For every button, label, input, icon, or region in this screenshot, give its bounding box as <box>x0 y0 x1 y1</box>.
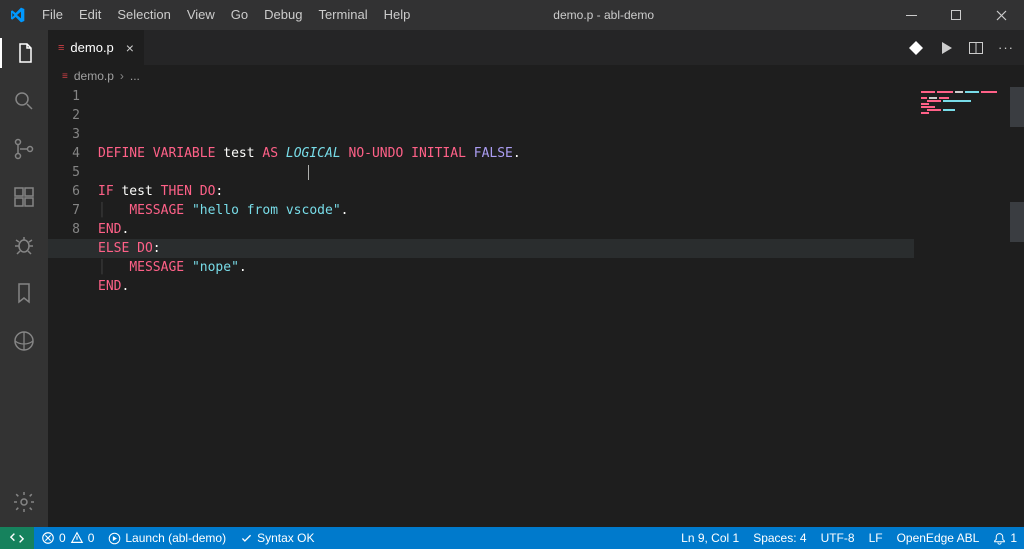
breadcrumb-tail: ... <box>130 69 140 83</box>
run-icon[interactable] <box>938 40 954 56</box>
problems-button[interactable]: 0 0 <box>34 527 101 549</box>
launch-label: Launch (abl-demo) <box>125 531 226 545</box>
tab-demo-p[interactable]: ≡ demo.p × <box>48 30 145 65</box>
encoding[interactable]: UTF-8 <box>814 527 862 549</box>
code-surface[interactable]: DEFINE VARIABLE test AS LOGICAL NO-UNDO … <box>98 87 1024 527</box>
line-number: 5 <box>48 163 80 182</box>
notification-count: 1 <box>1010 531 1017 545</box>
bookmark-icon[interactable] <box>0 278 48 308</box>
code-line[interactable]: IF test THEN DO: <box>98 182 1024 201</box>
close-button[interactable] <box>979 0 1024 30</box>
activity-bar <box>0 30 48 527</box>
source-control-icon[interactable] <box>0 134 48 164</box>
menu-selection[interactable]: Selection <box>109 0 178 30</box>
line-number: 6 <box>48 182 80 201</box>
editor-actions: ··· <box>908 30 1024 65</box>
settings-gear-icon[interactable] <box>0 487 48 517</box>
abl-icon[interactable] <box>0 326 48 356</box>
line-number: 8 <box>48 220 80 239</box>
split-editor-icon[interactable] <box>968 40 984 56</box>
menu-file[interactable]: File <box>34 0 71 30</box>
minimize-button[interactable] <box>889 0 934 30</box>
vscode-logo-icon <box>8 6 26 24</box>
indentation[interactable]: Spaces: 4 <box>746 527 813 549</box>
menu-help[interactable]: Help <box>376 0 419 30</box>
window-title: demo.p - abl-demo <box>418 8 889 22</box>
language-mode[interactable]: OpenEdge ABL <box>890 527 987 549</box>
status-bar: 0 0 Launch (abl-demo) Syntax OK Ln 9, Co… <box>0 527 1024 549</box>
overview-ruler[interactable] <box>1010 87 1024 527</box>
search-icon[interactable] <box>0 86 48 116</box>
code-line[interactable]: END. <box>98 277 1024 296</box>
code-line[interactable]: END. <box>98 220 1024 239</box>
code-line[interactable]: │ MESSAGE "hello from vscode". <box>98 201 1024 220</box>
menu-bar: File Edit Selection View Go Debug Termin… <box>34 0 418 30</box>
remote-button[interactable] <box>0 527 34 549</box>
tab-bar: ≡ demo.p × ··· <box>48 30 1024 65</box>
menu-edit[interactable]: Edit <box>71 0 109 30</box>
eol[interactable]: LF <box>862 527 890 549</box>
line-number: 4 <box>48 144 80 163</box>
line-number: 3 <box>48 125 80 144</box>
error-count: 0 <box>59 531 66 545</box>
warning-count: 0 <box>88 531 95 545</box>
explorer-icon[interactable] <box>0 38 48 68</box>
text-cursor <box>308 165 309 180</box>
more-icon[interactable]: ··· <box>998 40 1014 55</box>
breadcrumb[interactable]: ≡ demo.p › ... <box>48 65 1024 87</box>
maximize-button[interactable] <box>934 0 979 30</box>
code-editor[interactable]: 123456789 DEFINE VARIABLE test AS LOGICA… <box>48 87 1024 527</box>
code-line[interactable]: │ MESSAGE "nope". <box>98 258 1024 277</box>
menu-go[interactable]: Go <box>223 0 256 30</box>
file-type-icon: ≡ <box>62 71 68 82</box>
menu-terminal[interactable]: Terminal <box>310 0 375 30</box>
title-bar: File Edit Selection View Go Debug Termin… <box>0 0 1024 30</box>
window-controls <box>889 0 1024 30</box>
code-line[interactable] <box>98 296 1024 315</box>
menu-view[interactable]: View <box>179 0 223 30</box>
syntax-status[interactable]: Syntax OK <box>233 527 321 549</box>
abl-action-icon[interactable] <box>908 40 924 56</box>
notifications-button[interactable]: 1 <box>986 527 1024 549</box>
chevron-right-icon: › <box>120 69 124 83</box>
extensions-icon[interactable] <box>0 182 48 212</box>
cursor-position[interactable]: Ln 9, Col 1 <box>674 527 746 549</box>
editor-group: ≡ demo.p × ··· ≡ demo.p › ... 123456789 … <box>48 30 1024 527</box>
close-icon[interactable]: × <box>126 40 134 56</box>
code-line[interactable] <box>98 163 1024 182</box>
menu-debug[interactable]: Debug <box>256 0 310 30</box>
code-line[interactable]: ELSE DO: <box>98 239 1024 258</box>
line-number: 2 <box>48 106 80 125</box>
tab-label: demo.p <box>70 40 113 55</box>
minimap[interactable] <box>915 87 1010 527</box>
line-gutter: 123456789 <box>48 87 98 527</box>
file-type-icon: ≡ <box>58 42 64 54</box>
debug-icon[interactable] <box>0 230 48 260</box>
breadcrumb-file: demo.p <box>74 69 114 83</box>
launch-button[interactable]: Launch (abl-demo) <box>101 527 233 549</box>
line-number: 7 <box>48 201 80 220</box>
code-line[interactable]: DEFINE VARIABLE test AS LOGICAL NO-UNDO … <box>98 144 1024 163</box>
line-number: 1 <box>48 87 80 106</box>
syntax-label: Syntax OK <box>257 531 314 545</box>
